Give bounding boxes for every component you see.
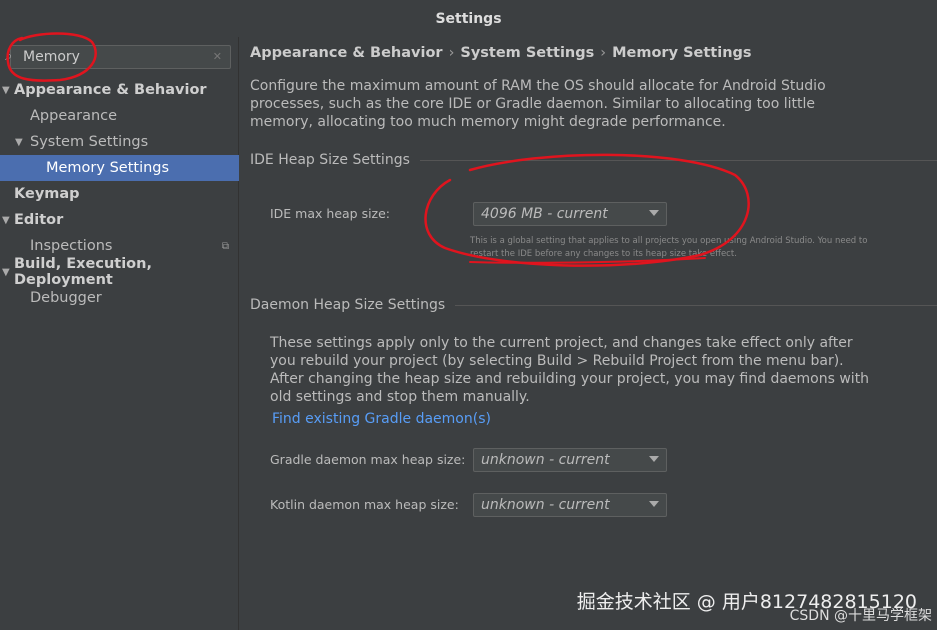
dropdown-value: unknown - current bbox=[481, 497, 610, 513]
breadcrumb: Appearance & Behavior › System Settings › Me… bbox=[250, 45, 752, 61]
section-title: IDE Heap Size Settings bbox=[250, 152, 410, 168]
breadcrumb-item: Memory Settings bbox=[612, 45, 752, 61]
chevron-down-icon bbox=[649, 456, 659, 462]
dropdown-value: 4096 MB - current bbox=[481, 206, 608, 222]
find-gradle-daemons-link[interactable]: Find existing Gradle daemon(s) bbox=[272, 411, 491, 427]
dropdown-value: unknown - current bbox=[481, 452, 610, 468]
tree-item-build-execution-deployment[interactable]: ▼ Build, Execution, Deployment bbox=[0, 256, 239, 288]
tree-item-appearance-behavior[interactable]: ▼ Appearance & Behavior bbox=[0, 77, 239, 103]
tree-item-label: Build, Execution, Deployment bbox=[14, 256, 152, 288]
ide-heap-label: IDE max heap size: bbox=[270, 206, 391, 221]
tree-item-label: Appearance bbox=[30, 108, 118, 124]
ide-heap-section-header: IDE Heap Size Settings bbox=[250, 152, 937, 168]
search-icon: ⌕ bbox=[5, 49, 13, 64]
tree-item-label: Appearance & Behavior bbox=[14, 82, 207, 98]
sidebar: ⌕ Memory ✕ ▼ Appearance & Behavior Appea… bbox=[0, 37, 239, 630]
kotlin-heap-label: Kotlin daemon max heap size: bbox=[270, 497, 459, 512]
search-value: Memory bbox=[23, 49, 80, 65]
tree-item-keymap[interactable]: Keymap bbox=[0, 181, 239, 207]
expand-arrow-icon[interactable]: ▼ bbox=[15, 137, 23, 148]
chevron-down-icon bbox=[649, 210, 659, 216]
tree-item-memory-settings[interactable]: Memory Settings bbox=[0, 155, 239, 181]
chevron-down-icon bbox=[649, 501, 659, 507]
gradle-heap-label: Gradle daemon max heap size: bbox=[270, 452, 466, 467]
tree-item-label: System Settings bbox=[30, 134, 149, 150]
section-divider bbox=[419, 159, 937, 161]
kotlin-heap-dropdown[interactable]: unknown - current bbox=[473, 493, 667, 517]
tree-item-editor[interactable]: ▼ Editor bbox=[0, 207, 239, 233]
tree-item-system-settings[interactable]: ▼ System Settings bbox=[0, 129, 239, 155]
breadcrumb-separator: › bbox=[448, 45, 455, 61]
daemon-description: These settings apply only to the current… bbox=[270, 335, 870, 405]
tree-item-label: Editor bbox=[14, 212, 64, 228]
tree-item-label: Keymap bbox=[14, 186, 80, 202]
expand-arrow-icon[interactable]: ▼ bbox=[2, 85, 10, 96]
expand-arrow-icon[interactable]: ▼ bbox=[2, 215, 10, 226]
tree-item-label: Debugger bbox=[30, 290, 102, 306]
expand-arrow-icon[interactable]: ▼ bbox=[2, 267, 10, 278]
tree-item-debugger[interactable]: Debugger bbox=[0, 285, 239, 311]
breadcrumb-item[interactable]: System Settings bbox=[460, 45, 594, 61]
ide-heap-dropdown[interactable]: 4096 MB - current bbox=[473, 202, 667, 226]
watermark-csdn: CSDN @十里马学框架 bbox=[789, 608, 932, 624]
breadcrumb-separator: › bbox=[600, 45, 607, 61]
project-scope-icon: ⧉ bbox=[221, 240, 229, 252]
section-divider bbox=[455, 304, 937, 306]
daemon-heap-section-header: Daemon Heap Size Settings bbox=[250, 297, 937, 313]
search-input[interactable]: ⌕ Memory ✕ bbox=[5, 45, 231, 69]
tree-item-appearance[interactable]: Appearance bbox=[0, 103, 239, 129]
clear-icon[interactable]: ✕ bbox=[213, 50, 222, 63]
window-title: Settings bbox=[0, 0, 937, 37]
breadcrumb-item[interactable]: Appearance & Behavior bbox=[250, 45, 443, 61]
section-title: Daemon Heap Size Settings bbox=[250, 297, 446, 313]
ide-heap-hint: This is a global setting that applies to… bbox=[470, 236, 868, 259]
gradle-heap-dropdown[interactable]: unknown - current bbox=[473, 448, 667, 472]
tree-item-label: Memory Settings bbox=[46, 160, 170, 176]
page-description: Configure the maximum amount of RAM the … bbox=[250, 78, 826, 130]
settings-panel: Appearance & Behavior › System Settings › Me… bbox=[240, 37, 937, 630]
tree-item-label: Inspections bbox=[30, 238, 113, 254]
